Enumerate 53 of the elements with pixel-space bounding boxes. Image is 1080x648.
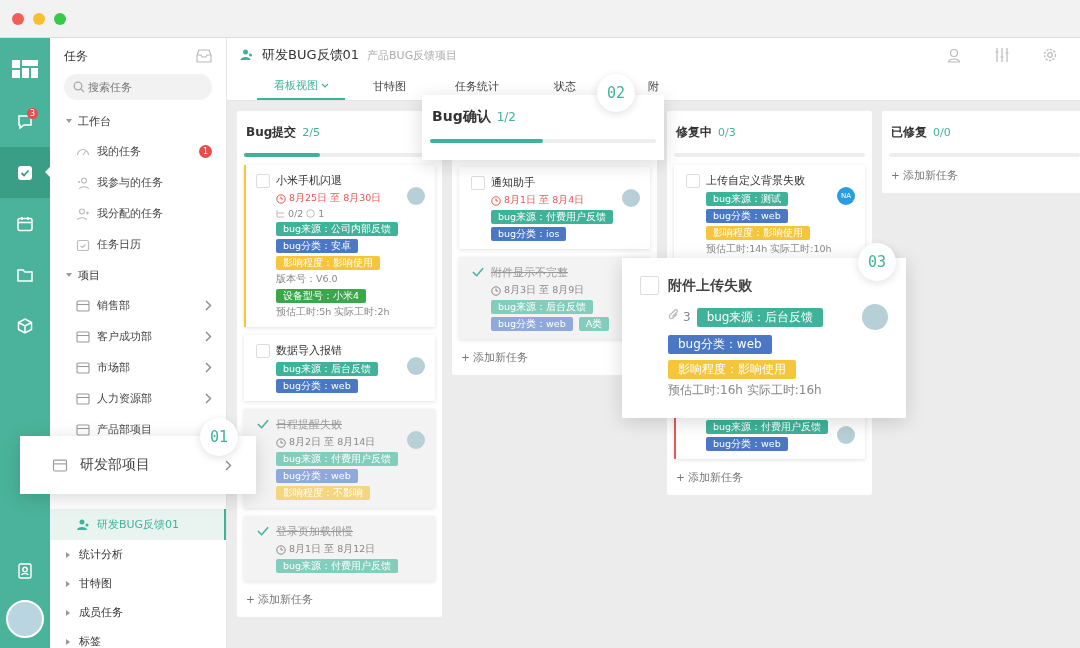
project-name: 研发部项目 (80, 456, 151, 474)
column-title: 修复中 (676, 123, 712, 141)
tag: bug分类：web (491, 317, 573, 331)
tag: bug来源：后台反馈 (276, 362, 379, 376)
tag: 设备型号：小米4 (276, 289, 367, 303)
project-subtitle: 产品BUG反馈项目 (367, 47, 458, 63)
work-hours: 预估工时:14h 实际工时:10h (706, 243, 833, 256)
comment-count: 1 (318, 208, 325, 219)
task-title: 小米手机闪退 (276, 173, 342, 188)
column-title: Bug确认 (432, 108, 491, 126)
count-badge: 1 (199, 145, 212, 158)
tag: bug来源：付费用户反馈 (706, 420, 829, 434)
column-count: 2/5 (302, 125, 320, 139)
column-count: 0/0 (933, 125, 951, 139)
tag: bug分类：web (706, 209, 788, 223)
tag: bug来源：付费用户反馈 (276, 452, 399, 466)
task-title: 通知助手 (491, 175, 535, 190)
tag: bug来源：后台反馈 (491, 300, 594, 314)
field-text: 版本号：V6.0 (276, 273, 339, 286)
tag: bug分类：安卓 (276, 239, 359, 253)
work-hours: 预估工时:16h 实际工时:16h (667, 382, 823, 399)
tag: bug来源：付费用户反馈 (276, 559, 399, 573)
tag: bug分类：web (668, 335, 772, 354)
tag: bug来源：付费用户反馈 (491, 210, 614, 224)
attachment-count: 3 (683, 310, 691, 324)
tag: bug来源：测试 (706, 192, 789, 206)
project-title: 研发BUG反馈01 (262, 46, 360, 64)
tag: 影响程度：影响使用 (276, 256, 380, 270)
unread-badge: 3 (27, 108, 38, 119)
tag: bug分类：web (706, 437, 788, 451)
tag: bug分类：web (276, 469, 358, 483)
tag: bug来源：后台反馈 (696, 308, 824, 327)
tag: bug分类：ios (491, 227, 567, 241)
tag: 影响程度：影响使用 (668, 360, 796, 379)
tag: A类 (578, 317, 610, 331)
column-count: 0/3 (718, 125, 736, 139)
work-hours: 预估工时:5h 实际工时:2h (276, 306, 391, 319)
tag: bug来源：公司内部反馈 (276, 222, 399, 236)
task-title: 上传自定义背景失败 (706, 173, 805, 188)
tag: 影响程度：不影响 (276, 486, 370, 500)
sidebar-title: 任务 (64, 47, 88, 65)
task-title: 数据导入报错 (276, 343, 342, 358)
column-count: 1/2 (496, 110, 516, 124)
task-title: 附件显示不完整 (491, 265, 568, 280)
task-title: 登录页加载很慢 (276, 524, 353, 539)
tag: bug分类：web (276, 379, 358, 393)
subtask-count: 0/2 (288, 208, 304, 219)
task-title: 附件上传失败 (668, 276, 752, 295)
due-date: 8月1日 至 8月12日 (276, 543, 425, 556)
column-title: Bug提交 (246, 123, 297, 141)
tag: 影响程度：影响使用 (706, 226, 810, 240)
task-title: 日程提醒失败 (276, 417, 342, 432)
column-title: 已修复 (891, 123, 927, 141)
